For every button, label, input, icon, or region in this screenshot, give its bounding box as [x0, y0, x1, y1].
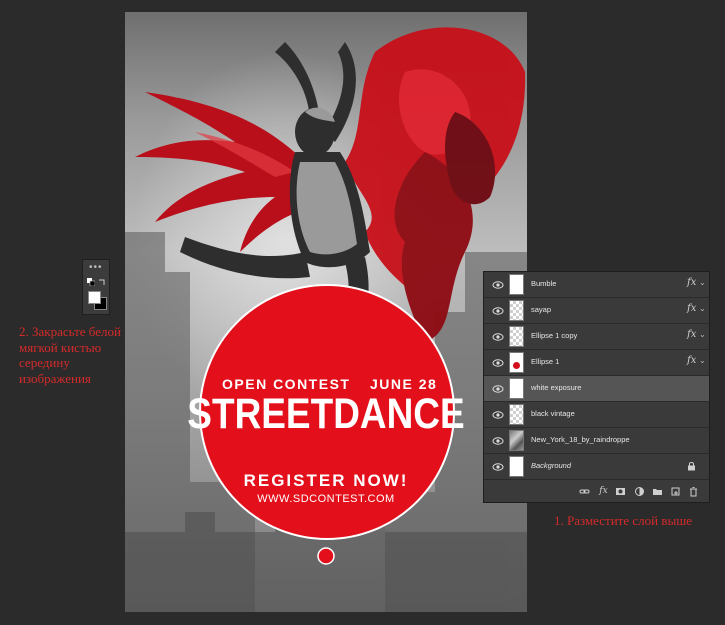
layers-panel: Bumble fx ⌄ sayap fx ⌄ Ellipse 1 copy fx…: [483, 271, 710, 503]
poster-url: WWW.SDCONTEST.COM: [257, 493, 395, 505]
layer-thumbnail: [509, 326, 524, 347]
layer-row-bumble[interactable]: Bumble fx ⌄: [484, 272, 709, 298]
layer-name: Ellipse 1 copy: [531, 331, 578, 340]
layer-row-new-york[interactable]: New_York_18_by_raindroppe: [484, 428, 709, 454]
layer-row-black-vintage[interactable]: black vintage: [484, 402, 709, 428]
adjustment-icon[interactable]: [634, 486, 645, 497]
trash-icon[interactable]: [688, 486, 699, 497]
default-colors-icon[interactable]: [87, 278, 95, 286]
mask-icon[interactable]: [615, 486, 626, 497]
layer-row-white-exposure[interactable]: white exposure: [484, 376, 709, 402]
tool-palette: •••: [82, 259, 110, 315]
eye-icon[interactable]: [492, 461, 504, 473]
layer-name: sayap: [531, 305, 552, 314]
poster-artwork: [125, 27, 527, 612]
folder-icon[interactable]: [652, 486, 663, 497]
layer-thumbnail: [509, 378, 524, 399]
layer-thumbnail: [509, 274, 524, 295]
link-icon[interactable]: [579, 486, 590, 497]
fx-icon[interactable]: fx: [687, 303, 696, 314]
layer-thumbnail: [509, 430, 524, 451]
eye-icon[interactable]: [492, 331, 504, 343]
more-tools-icon[interactable]: •••: [89, 262, 103, 273]
chevron-down-icon[interactable]: ⌄: [699, 330, 706, 339]
foreground-color-swatch[interactable]: [88, 291, 101, 304]
layer-name: black vintage: [531, 409, 575, 418]
chevron-down-icon[interactable]: ⌄: [699, 304, 706, 313]
fx-icon[interactable]: fx: [687, 329, 696, 340]
eye-icon[interactable]: [492, 357, 504, 369]
layer-row-sayap[interactable]: sayap fx ⌄: [484, 298, 709, 324]
layer-thumbnail: [509, 300, 524, 321]
eye-icon[interactable]: [492, 305, 504, 317]
layer-row-ellipse-1-copy[interactable]: Ellipse 1 copy fx ⌄: [484, 324, 709, 350]
poster-small-dot: [317, 547, 335, 565]
layer-name: Ellipse 1: [531, 357, 560, 366]
layer-name: New_York_18_by_raindroppe: [531, 435, 630, 444]
swap-colors-icon[interactable]: [98, 278, 106, 286]
poster-register: REGISTER NOW!: [243, 471, 409, 490]
poster-canvas: OPEN CONTEST JUNE 28 STREETDANCE REGISTE…: [125, 12, 527, 612]
layer-row-ellipse-1[interactable]: Ellipse 1 fx ⌄: [484, 350, 709, 376]
layers-footer: fx: [484, 482, 709, 502]
instruction-note-right: 1. Разместите слой выше: [554, 513, 692, 528]
layer-name: Bumble: [531, 279, 557, 288]
fx-icon[interactable]: fx: [598, 486, 609, 497]
lock-icon: [688, 462, 695, 471]
eye-icon[interactable]: [492, 279, 504, 291]
eye-icon[interactable]: [492, 409, 504, 421]
layer-thumbnail: [509, 404, 524, 425]
layer-name: white exposure: [531, 383, 582, 392]
layer-thumbnail: [509, 456, 524, 477]
instruction-note-left: 2. Закрасьте белой мягкой кистью середин…: [19, 324, 121, 386]
eye-icon[interactable]: [492, 435, 504, 447]
new-layer-icon[interactable]: [670, 486, 681, 497]
layer-row-background[interactable]: Background: [484, 454, 709, 480]
chevron-down-icon[interactable]: ⌄: [699, 278, 706, 287]
layer-thumbnail: [509, 352, 524, 373]
fx-icon[interactable]: fx: [687, 355, 696, 366]
layer-name: Background: [531, 461, 572, 470]
poster-title: STREETDANCE: [187, 390, 465, 438]
chevron-down-icon[interactable]: ⌄: [699, 356, 706, 365]
eye-icon[interactable]: [492, 383, 504, 395]
fx-icon[interactable]: fx: [687, 277, 696, 288]
